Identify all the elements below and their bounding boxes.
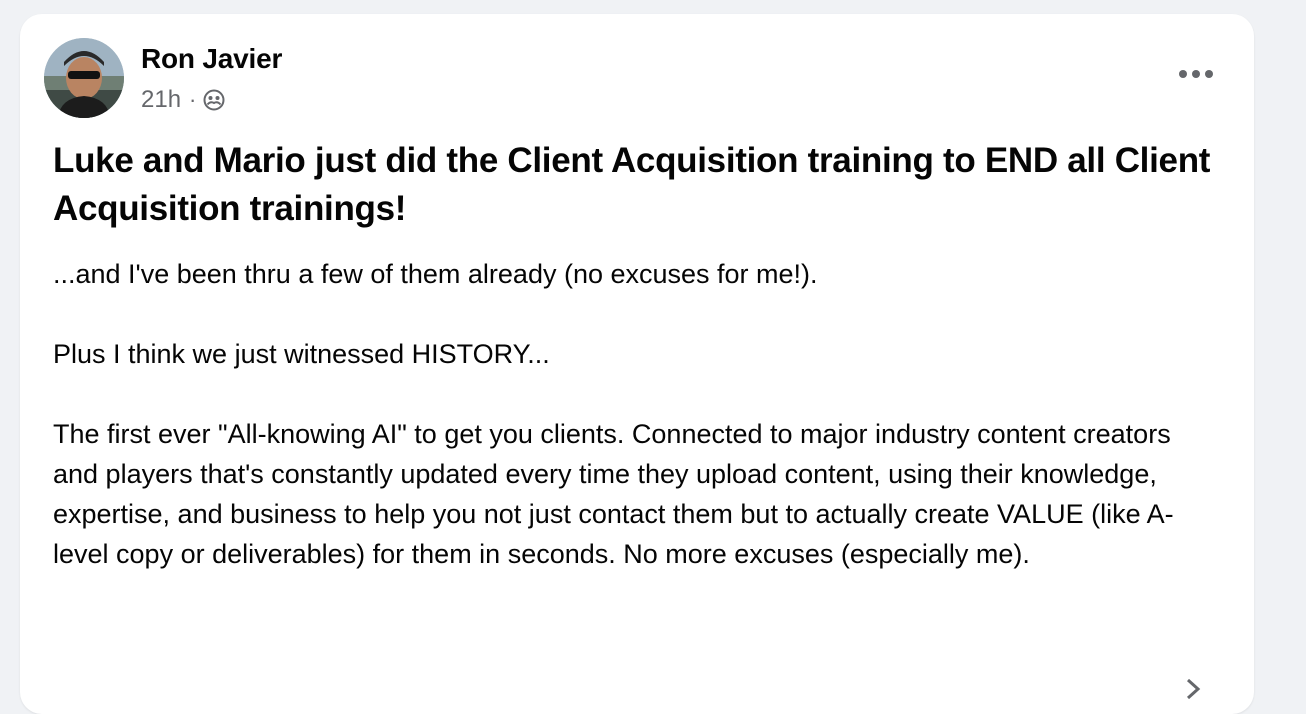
- more-options-button[interactable]: [1172, 54, 1220, 94]
- author-name[interactable]: Ron Javier: [141, 42, 282, 76]
- post-headline: Luke and Mario just did the Client Acqui…: [53, 141, 1211, 228]
- more-options-icon: [1179, 70, 1213, 78]
- chevron-right-icon[interactable]: [1178, 674, 1208, 704]
- post-body: ...and I've been thru a few of them alre…: [53, 254, 1223, 614]
- author-avatar[interactable]: [44, 38, 124, 118]
- friends-audience-icon[interactable]: [202, 88, 226, 112]
- post-card: Ron Javier 21h · Luke and Mario just did…: [20, 14, 1254, 714]
- meta-separator: ·: [189, 87, 197, 112]
- post-paragraph: Plus I think we just witnessed HISTORY..…: [53, 339, 550, 369]
- post-timestamp[interactable]: 21h: [141, 86, 181, 114]
- post-meta: 21h ·: [141, 84, 226, 116]
- avatar-photo: [44, 38, 124, 118]
- post-paragraph: The first ever "All-knowing AI" to get y…: [53, 419, 1174, 569]
- post-paragraph: ...and I've been thru a few of them alre…: [53, 259, 818, 289]
